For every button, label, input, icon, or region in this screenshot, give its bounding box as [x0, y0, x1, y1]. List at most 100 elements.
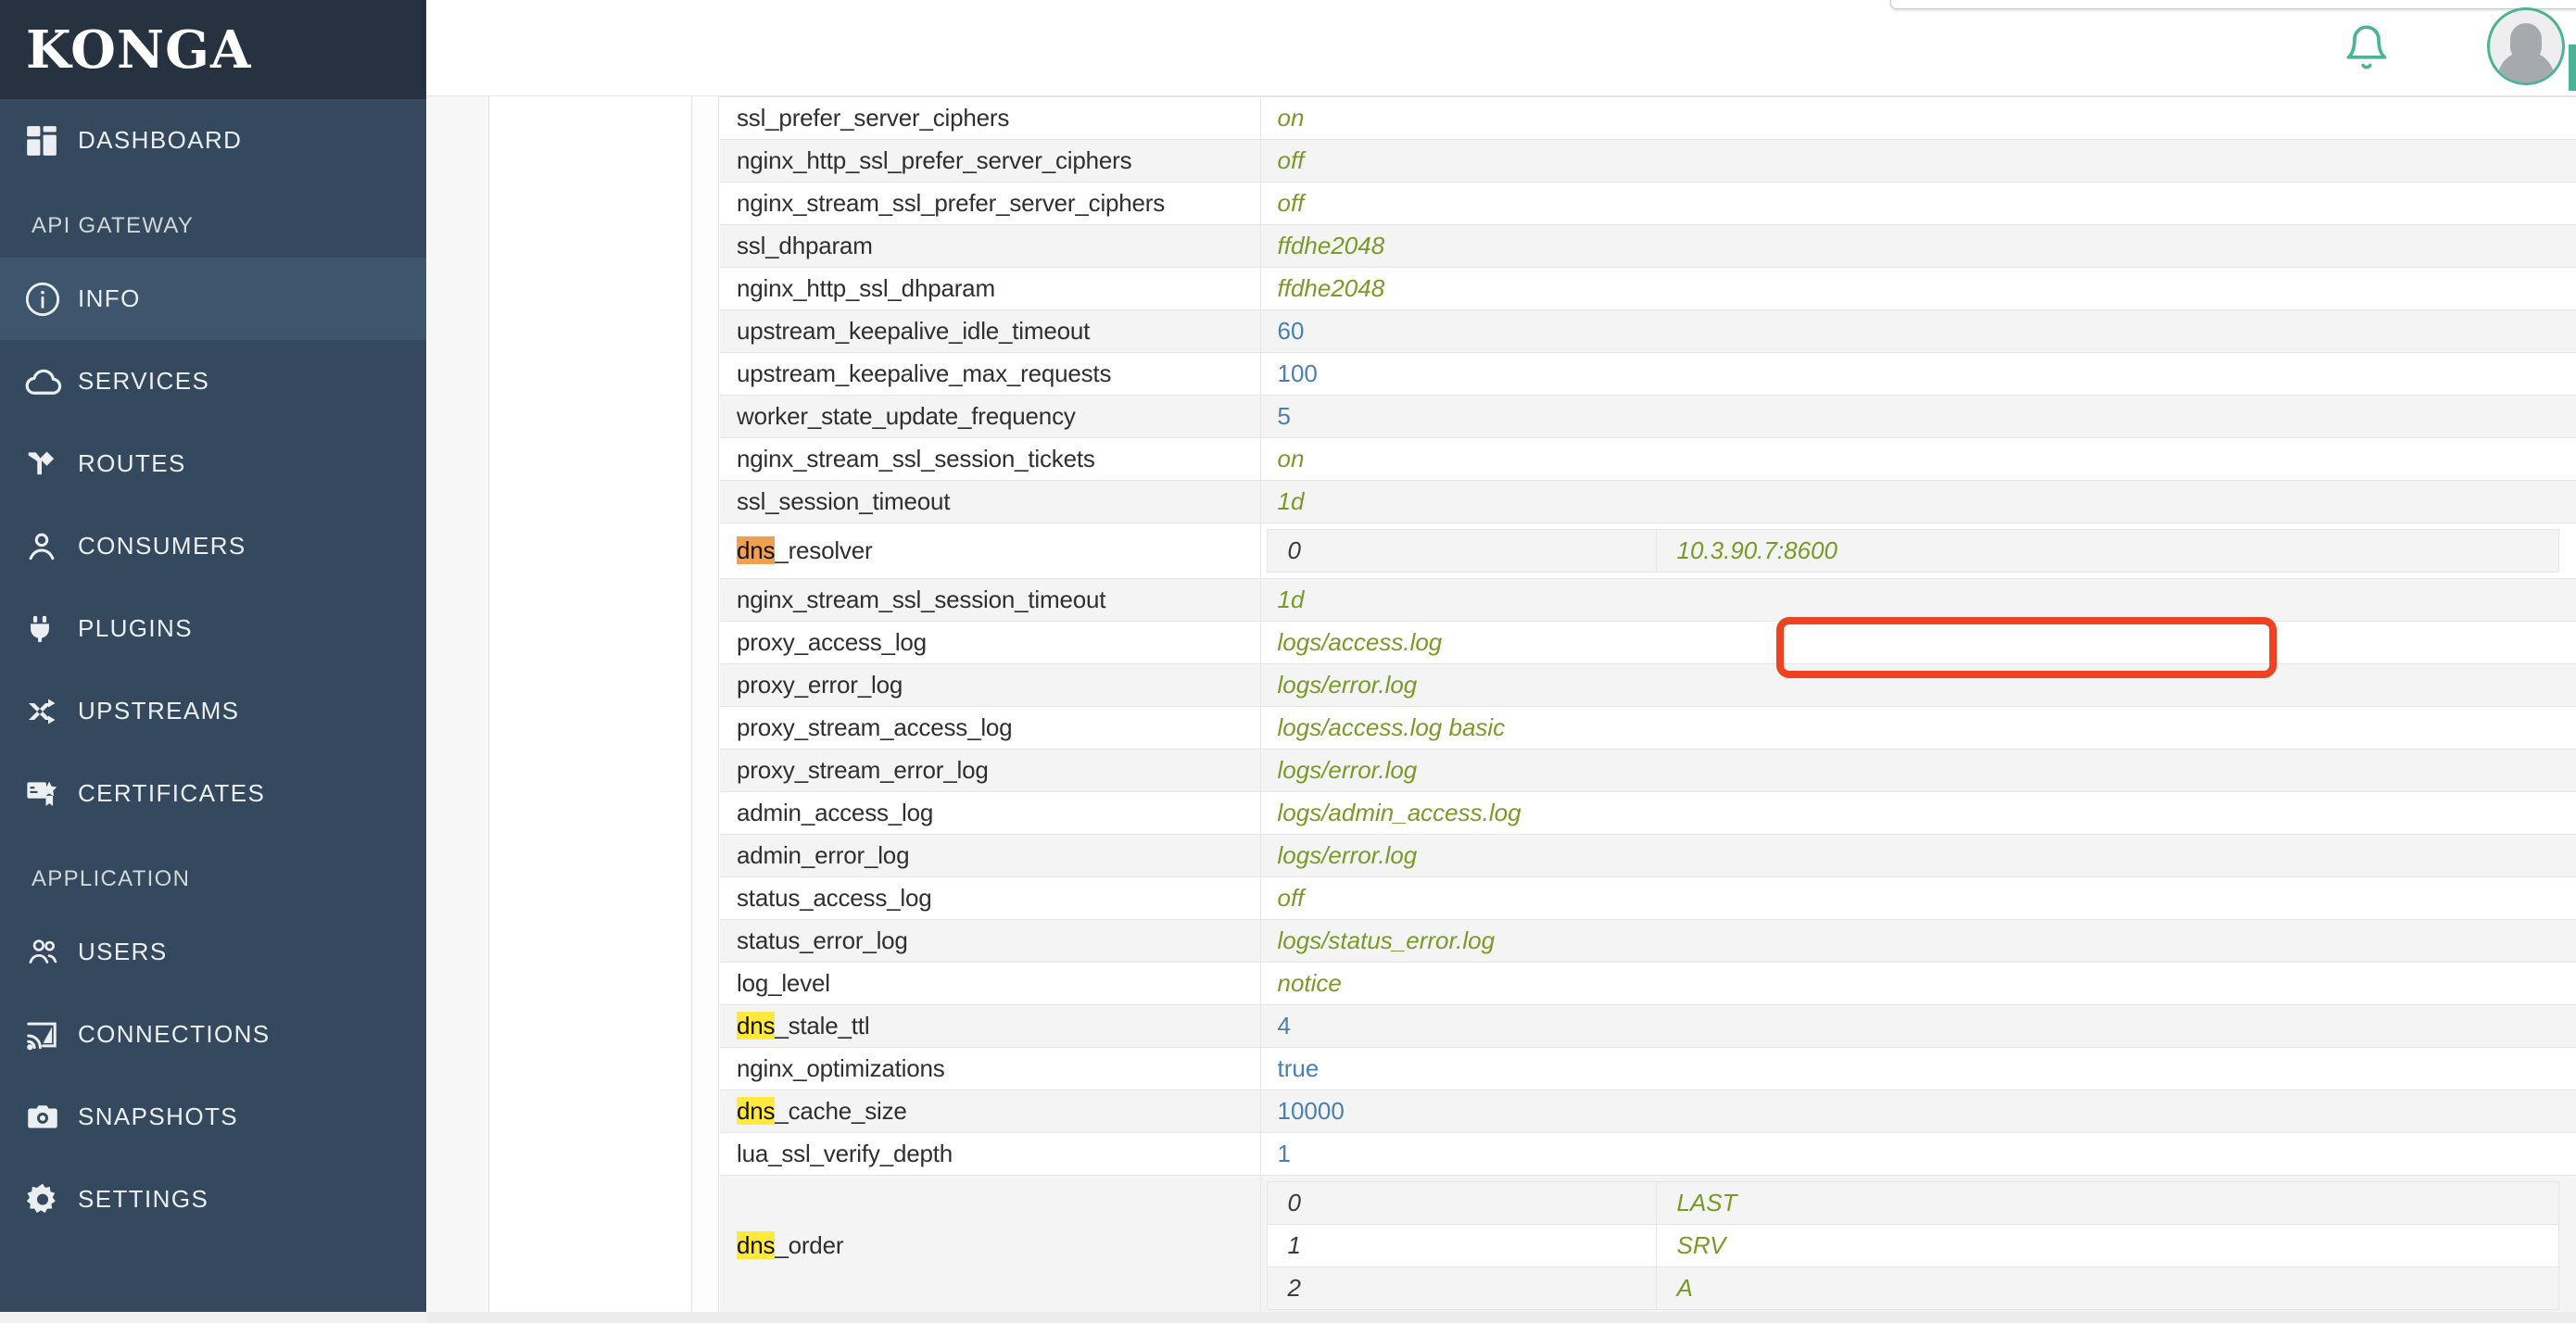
config-key-cell: ssl_dhparam: [720, 224, 1261, 268]
table-row[interactable]: proxy_error_log logs/error.log: [720, 663, 2576, 707]
sidebar-item-snapshots[interactable]: SNAPSHOTS: [0, 1076, 426, 1158]
sidebar-item-upstreams[interactable]: UPSTREAMS: [0, 670, 426, 752]
sidebar-section-api-gateway: API GATEWAY: [32, 213, 195, 238]
config-value-cell: logs/access.log basic: [1260, 706, 2576, 750]
sidebar-item-routes[interactable]: ROUTES: [0, 422, 426, 505]
avatar[interactable]: [2487, 7, 2565, 85]
sidebar-item-consumers[interactable]: CONSUMERS: [0, 505, 426, 587]
sidebar: KONGA DASHBOARD API GATEWAY INFO SERVICES RO…: [0, 0, 426, 1312]
search-highlight: dns: [737, 1012, 776, 1040]
cloud-icon: [24, 362, 78, 401]
table-row[interactable]: nginx_http_ssl_dhparam ffdhe2048: [720, 267, 2576, 310]
config-value-text: logs/status_error.log: [1277, 926, 1496, 954]
table-row[interactable]: lua_ssl_verify_depth 1: [720, 1132, 2576, 1176]
table-row[interactable]: log_level notice: [720, 962, 2576, 1005]
table-row[interactable]: nginx_optimizations true: [720, 1047, 2576, 1090]
config-value-cell: off: [1260, 139, 2576, 183]
array-value: SRV: [1655, 1224, 2559, 1267]
search-highlight: dns: [737, 536, 776, 564]
config-key-cell: dns_resolver: [720, 523, 1261, 579]
sidebar-item-label: PLUGINS: [78, 614, 193, 642]
table-row[interactable]: dns_resolver 0 10.3.90.7:8600: [720, 523, 2576, 579]
sidebar-item-plugins[interactable]: PLUGINS: [0, 587, 426, 670]
table-row[interactable]: upstream_keepalive_idle_timeout 60: [720, 309, 2576, 353]
table-row[interactable]: ssl_prefer_server_ciphers on: [720, 96, 2576, 140]
sidebar-item-dashboard[interactable]: DASHBOARD: [0, 99, 426, 182]
config-key-cell: nginx_stream_ssl_session_tickets: [720, 437, 1261, 481]
sidebar-item-users[interactable]: USERS: [0, 911, 426, 993]
config-value-cell: true: [1260, 1047, 2576, 1090]
table-row[interactable]: status_error_log logs/status_error.log: [720, 919, 2576, 963]
table-row[interactable]: proxy_stream_access_log logs/access.log b…: [720, 706, 2576, 750]
config-value-cell: 1d: [1260, 480, 2576, 523]
sidebar-item-label: CONSUMERS: [78, 532, 246, 560]
config-value-cell: ffdhe2048: [1260, 224, 2576, 268]
config-value-cell: 100: [1260, 352, 2576, 396]
config-value-cell: 5: [1260, 395, 2576, 438]
table-row[interactable]: ssl_dhparam ffdhe2048: [720, 224, 2576, 268]
table-row[interactable]: proxy_access_log logs/access.log: [720, 621, 2576, 664]
table-row[interactable]: nginx_stream_ssl_session_tickets on: [720, 437, 2576, 481]
browser-find-bar[interactable]: [1890, 0, 2576, 9]
config-key-cell: nginx_optimizations: [720, 1047, 1261, 1090]
footer-bar: [426, 1312, 2576, 1323]
sidebar-item-settings[interactable]: SETTINGS: [0, 1158, 426, 1241]
sidebar-item-label: INFO: [78, 284, 141, 312]
sidebar-item-label: SERVICES: [78, 367, 210, 395]
table-row[interactable]: worker_state_update_frequency 5: [720, 395, 2576, 438]
table-row[interactable]: status_access_log off: [720, 876, 2576, 920]
sidebar-item-label: DASHBOARD: [78, 126, 243, 154]
config-key-cell: status_access_log: [720, 876, 1261, 920]
table-row[interactable]: ssl_session_timeout 1d: [720, 480, 2576, 523]
array-value-text: 10.3.90.7:8600: [1676, 536, 1838, 564]
config-value-cell: notice: [1260, 962, 2576, 1005]
config-key-cell: dns_stale_ttl: [720, 1004, 1261, 1048]
plug-icon: [24, 611, 78, 647]
config-value-cell: logs/error.log: [1260, 663, 2576, 707]
table-row[interactable]: dns_cache_size 10000: [720, 1090, 2576, 1133]
sidebar-item-certificates[interactable]: CERTIFICATES: [0, 752, 426, 835]
array-value-text: SRV: [1676, 1231, 1726, 1259]
sidebar-item-connections[interactable]: CONNECTIONS: [0, 993, 426, 1076]
table-row[interactable]: admin_error_log logs/error.log: [720, 834, 2576, 877]
config-value-text: logs/access.log: [1277, 628, 1443, 656]
config-value-cell: logs/status_error.log: [1260, 919, 2576, 963]
search-highlight: dns: [737, 1097, 776, 1125]
sidebar-section-application: APPLICATION: [32, 866, 191, 891]
config-key-cell: dns_order: [720, 1175, 1261, 1317]
sidebar-item-services[interactable]: SERVICES: [0, 340, 426, 422]
sidebar-item-label: USERS: [78, 938, 168, 965]
nested-array-row: 0 10.3.90.7:8600: [1266, 529, 2559, 573]
content-shell: ssl_prefer_server_ciphers on nginx_http_ss…: [426, 96, 2576, 1317]
node-info-table-wrap[interactable]: ssl_prefer_server_ciphers on nginx_http_ss…: [720, 96, 2576, 1317]
config-value-cell: 4: [1260, 1004, 2576, 1048]
bell-icon[interactable]: [2342, 20, 2391, 79]
config-value-cell: on: [1260, 96, 2576, 140]
sidebar-item-label: SNAPSHOTS: [78, 1102, 238, 1130]
brand-header[interactable]: KONGA: [0, 0, 426, 99]
gear-icon: [24, 1181, 78, 1218]
top-bar: [426, 0, 2576, 96]
info-icon: [24, 281, 78, 318]
array-value-text: LAST: [1676, 1189, 1737, 1216]
person-icon: [24, 529, 78, 564]
array-value: A: [1655, 1266, 2559, 1310]
dashboard-icon: [24, 123, 78, 158]
table-row[interactable]: proxy_stream_error_log logs/error.log: [720, 749, 2576, 792]
array-index: 0: [1266, 1181, 1657, 1225]
sidebar-item-label: CERTIFICATES: [78, 779, 266, 807]
table-row[interactable]: nginx_stream_ssl_session_timeout 1d: [720, 578, 2576, 622]
table-row[interactable]: upstream_keepalive_max_requests 100: [720, 352, 2576, 396]
config-value-cell: 10000: [1260, 1090, 2576, 1133]
table-row[interactable]: admin_access_log logs/admin_access.log: [720, 791, 2576, 835]
config-key-cell: proxy_error_log: [720, 663, 1261, 707]
table-row[interactable]: dns_stale_ttl 4: [720, 1004, 2576, 1048]
route-icon: [24, 447, 78, 482]
config-key-cell: ssl_session_timeout: [720, 480, 1261, 523]
sidebar-item-info[interactable]: INFO: [0, 258, 426, 340]
sidebar-item-label: SETTINGS: [78, 1185, 209, 1213]
table-row[interactable]: dns_order 0 LAST 1 SRV 2 A: [720, 1175, 2576, 1317]
config-value-text: 100: [1277, 359, 1318, 387]
table-row[interactable]: nginx_stream_ssl_prefer_server_ciphers of…: [720, 182, 2576, 225]
table-row[interactable]: nginx_http_ssl_prefer_server_ciphers off: [720, 139, 2576, 183]
